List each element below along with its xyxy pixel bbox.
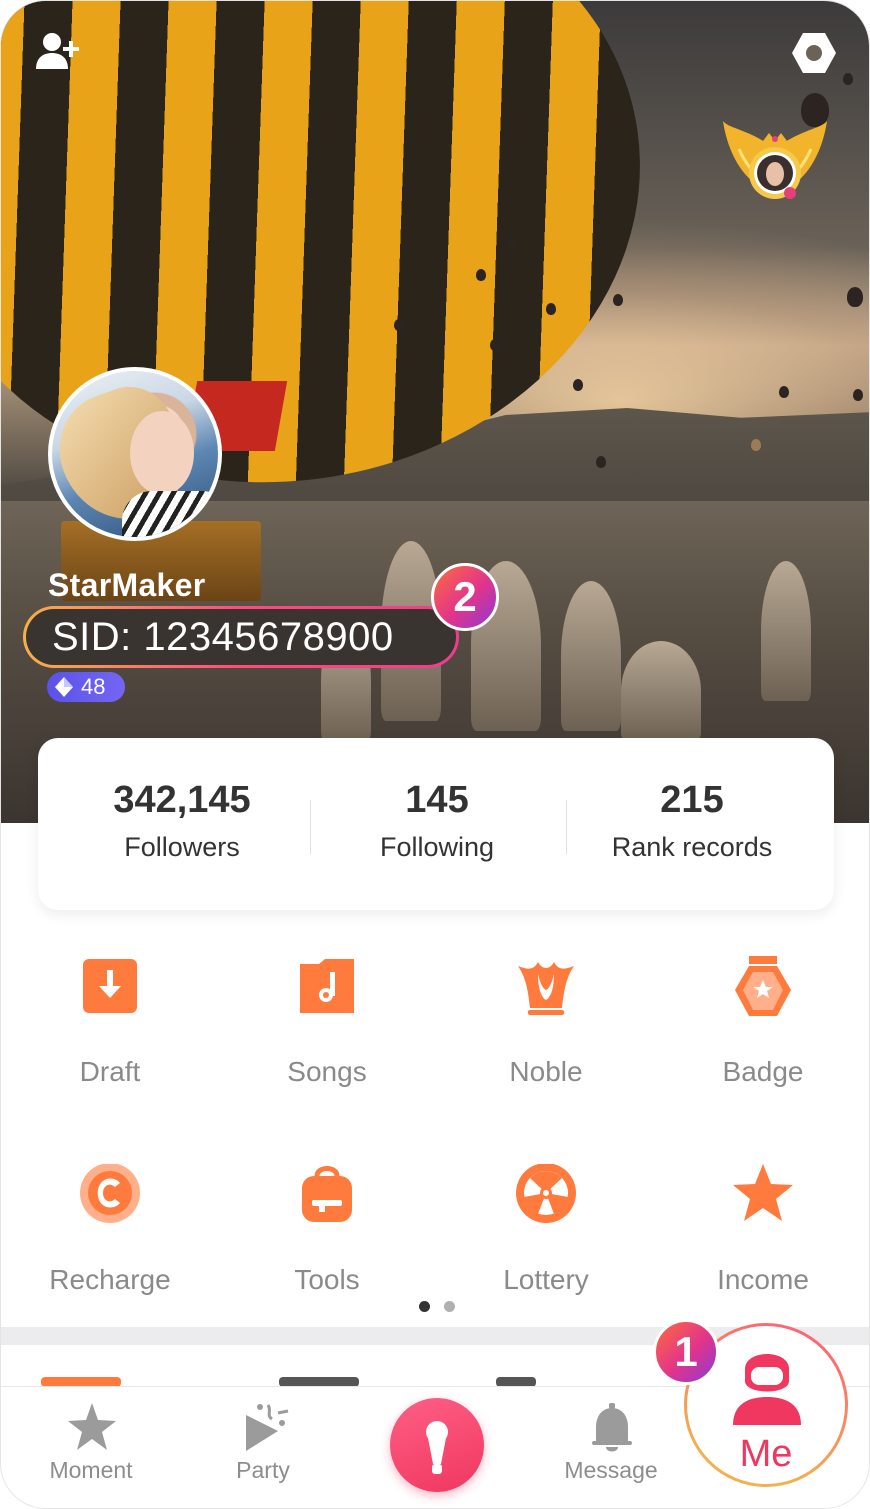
- distant-balloon: [573, 379, 583, 391]
- nav-party-label: Party: [236, 1457, 290, 1483]
- distant-balloon: [546, 303, 556, 315]
- recharge-coin-icon: [80, 1164, 140, 1223]
- sid-highlight-box[interactable]: SID: 12345678900: [23, 606, 459, 668]
- followers-stat[interactable]: 342,145 Followers: [52, 778, 312, 863]
- menu-draft[interactable]: Draft: [1, 956, 219, 1106]
- distant-balloon: [751, 439, 761, 451]
- distant-balloon: [476, 269, 486, 281]
- income-star-icon: [733, 1164, 793, 1221]
- nav-me-label[interactable]: Me: [711, 1433, 821, 1476]
- add-friend-icon[interactable]: [35, 31, 83, 71]
- following-label: Following: [379, 832, 495, 862]
- party-popper-icon: [246, 1404, 289, 1451]
- menu-songs[interactable]: Songs: [218, 956, 436, 1106]
- nav-moment-label: Moment: [49, 1457, 133, 1483]
- menu-noble-label: Noble: [509, 1056, 583, 1087]
- following-count: 145: [405, 779, 469, 821]
- nav-party[interactable]: Party: [178, 1387, 348, 1508]
- rock-formation: [561, 581, 621, 731]
- profile-avatar[interactable]: [48, 367, 222, 541]
- rank-records-stat[interactable]: 215 Rank records: [562, 778, 822, 863]
- menu-income-label: Income: [717, 1264, 809, 1295]
- distant-balloon: [596, 456, 606, 468]
- distant-balloon: [506, 236, 516, 248]
- following-stat[interactable]: 145 Following: [307, 778, 567, 863]
- settings-gear-icon[interactable]: [791, 31, 837, 75]
- page-dot-active[interactable]: [419, 1301, 430, 1312]
- diamond-icon: [55, 677, 73, 697]
- record-mic-button[interactable]: [390, 1398, 484, 1492]
- menu-recharge-label: Recharge: [49, 1264, 171, 1295]
- distant-balloon: [847, 287, 863, 307]
- step-badge-1: 1: [653, 1319, 719, 1385]
- menu-noble[interactable]: Noble: [437, 956, 655, 1106]
- rock-formation: [761, 561, 811, 701]
- tools-bag-icon: [302, 1166, 352, 1222]
- menu-badge[interactable]: Badge: [654, 956, 869, 1106]
- noble-crown-icon: [518, 962, 574, 1015]
- nav-moment[interactable]: Moment: [6, 1387, 176, 1508]
- menu-recharge[interactable]: Recharge: [1, 1164, 219, 1314]
- badge-icon: [735, 956, 791, 1016]
- rank-records-label: Rank records: [611, 832, 773, 862]
- menu-income[interactable]: Income: [654, 1164, 869, 1314]
- followers-count: 342,145: [113, 779, 251, 821]
- menu-tools-label: Tools: [294, 1264, 360, 1295]
- level-badge[interactable]: 48: [47, 672, 125, 702]
- message-bell-icon: [592, 1403, 632, 1452]
- draft-icon: [83, 959, 137, 1013]
- menu-lottery-label: Lottery: [503, 1264, 589, 1295]
- moment-star-icon: [68, 1403, 116, 1450]
- stats-card: 342,145 Followers 145 Following 215 Rank…: [38, 738, 834, 910]
- distant-balloon: [613, 294, 623, 306]
- page-indicator[interactable]: [419, 1301, 459, 1313]
- distant-balloon: [853, 389, 863, 401]
- distant-balloon: [394, 319, 404, 331]
- followers-label: Followers: [124, 832, 240, 862]
- level-value: 48: [81, 674, 106, 699]
- vip-avatar-frame-icon[interactable]: [719, 119, 831, 211]
- microphone-icon: [426, 1421, 448, 1474]
- distant-balloon: [490, 339, 500, 351]
- menu-draft-label: Draft: [79, 1056, 141, 1087]
- lottery-wheel-icon: [516, 1164, 576, 1223]
- me-profile-icon[interactable]: [731, 1341, 803, 1425]
- menu-tools[interactable]: Tools: [218, 1164, 436, 1314]
- nav-message-label: Message: [564, 1457, 658, 1483]
- username: StarMaker: [48, 567, 206, 603]
- rock-formation: [621, 641, 701, 741]
- page-dot[interactable]: [444, 1301, 455, 1312]
- rank-records-count: 215: [660, 779, 724, 821]
- songs-icon: [300, 959, 354, 1013]
- distant-balloon: [843, 73, 853, 85]
- menu-songs-label: Songs: [287, 1056, 367, 1087]
- nav-message[interactable]: Message: [526, 1387, 696, 1508]
- profile-screen: StarMaker SID: 12345678900 2 48 342,145 …: [0, 0, 870, 1509]
- step-badge-2: 2: [431, 563, 499, 631]
- menu-lottery[interactable]: Lottery: [437, 1164, 655, 1314]
- menu-badge-label: Badge: [722, 1056, 804, 1087]
- avatar-face: [130, 411, 194, 495]
- distant-balloon: [779, 386, 789, 398]
- avatar-shirt: [122, 491, 218, 537]
- sid-text: SID: 12345678900: [52, 614, 394, 659]
